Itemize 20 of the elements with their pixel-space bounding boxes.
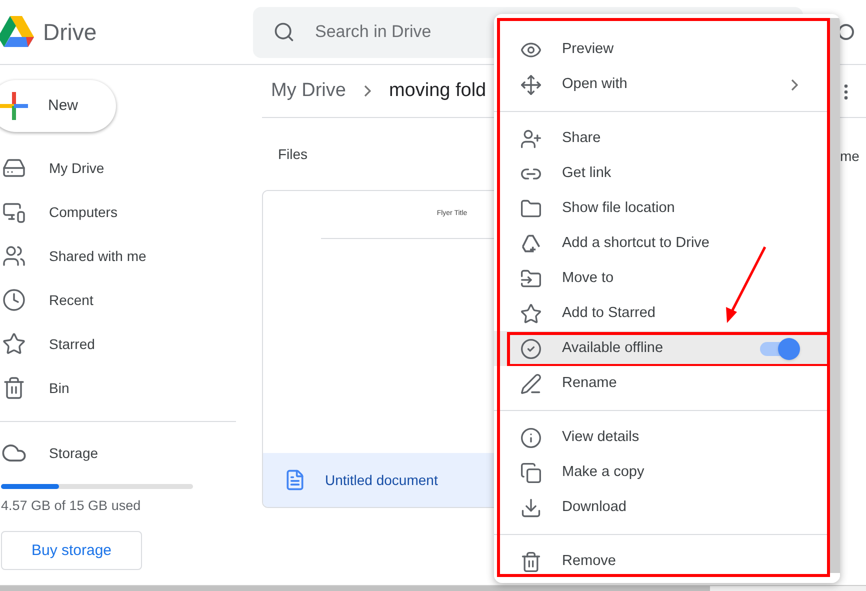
menu-item-label: Make a copy [562,462,644,482]
file-name: Untitled document [325,470,438,490]
menu-item-label: Open with [562,74,628,94]
menu-item-label: Share [562,128,601,148]
menu-item-label: View details [562,428,640,447]
column-header: me [840,147,860,166]
menu-item-label: Download [562,498,626,517]
files-heading: Files [278,144,308,164]
menu-item-label: Show file location [562,198,675,218]
menu-item-label: Rename [562,374,617,393]
storage-label: Storage [49,444,98,463]
menu-item-label: Available offline [562,338,664,358]
menu-item-label: Move to [562,268,614,288]
menu-item-label: Remove [562,552,616,571]
menu-item-label: Get link [562,164,612,183]
menu-item-label: Add a shortcut to Drive [562,234,710,253]
app-title: Drive [43,18,97,47]
menu-item-label: Preview [562,40,614,59]
storage-usage: 4.57 GB of 15 GB used [1,497,142,515]
menu-item-label: Add to Starred [562,304,656,323]
